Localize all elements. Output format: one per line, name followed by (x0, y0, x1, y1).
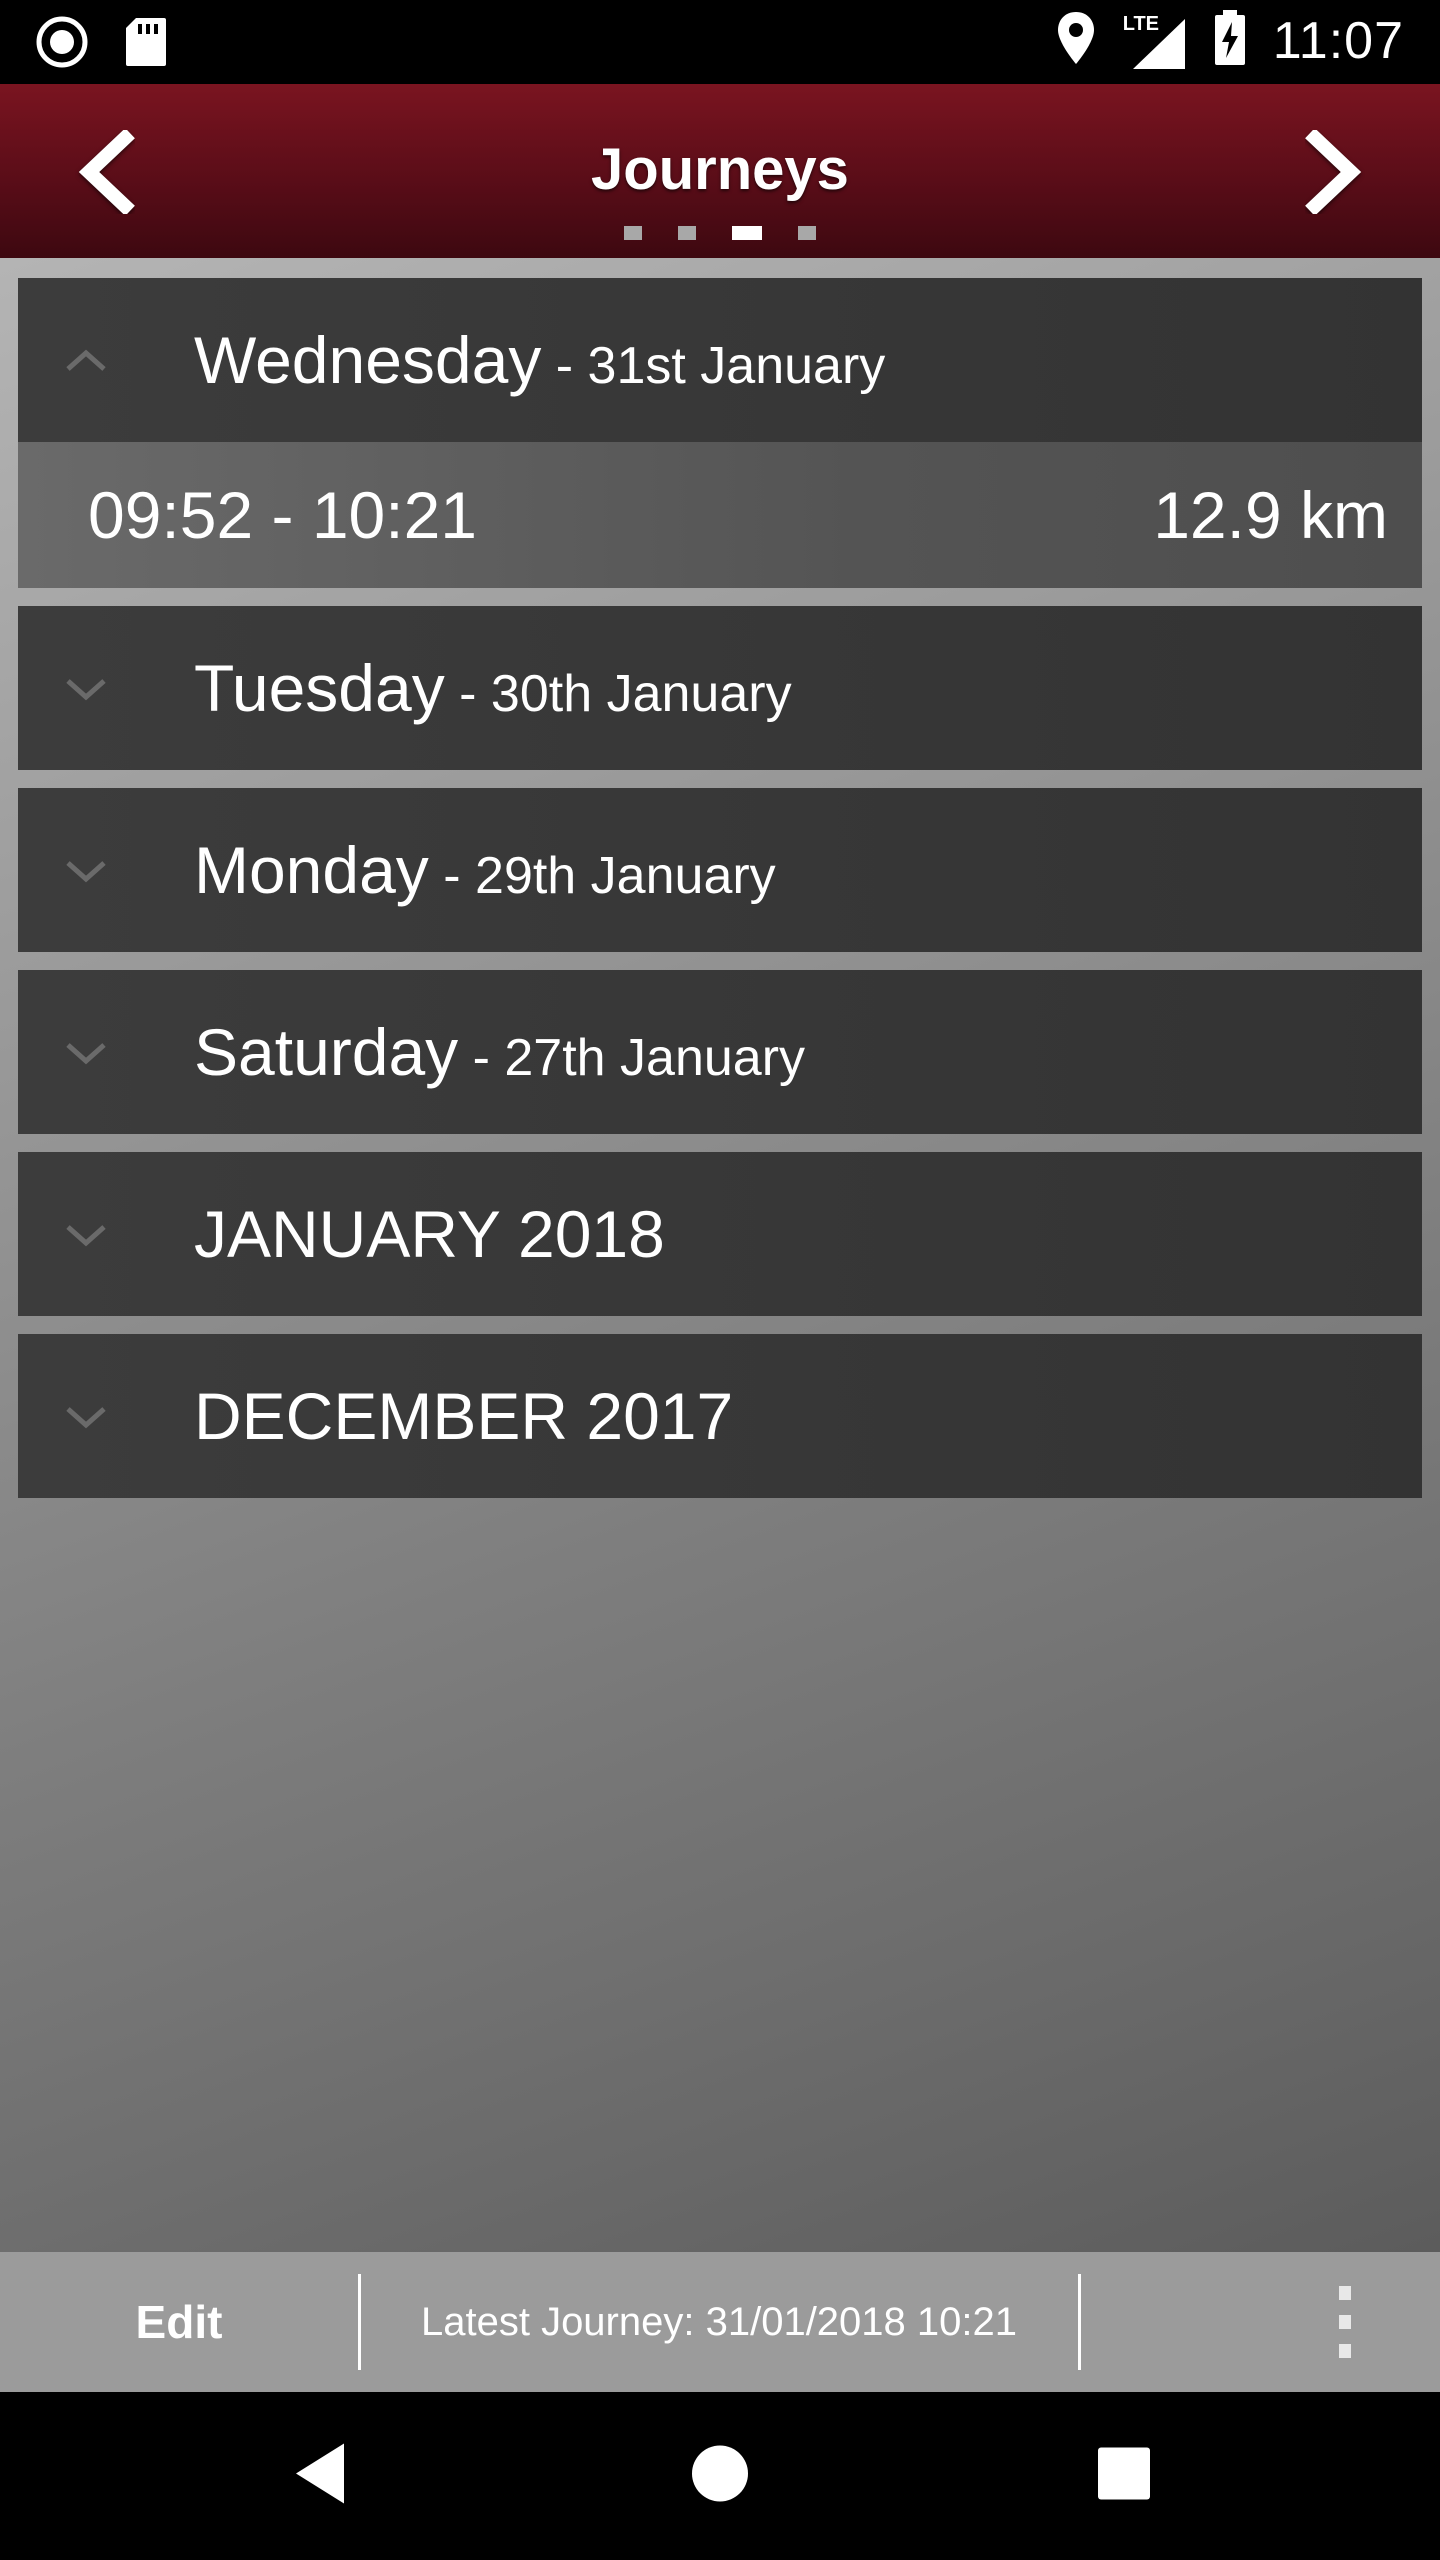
lte-signal-icon: LTE (1120, 11, 1187, 71)
status-time: 11:07 (1272, 11, 1404, 70)
overflow-menu-icon[interactable] (1320, 2286, 1370, 2358)
chevron-down-icon (62, 1401, 110, 1431)
chevron-right-icon (1305, 127, 1365, 219)
day-date: - 27th January (458, 1029, 806, 1087)
page-title: Journeys (591, 137, 849, 202)
sd-card-icon (124, 16, 168, 73)
journey-distance: 12.9 km (1153, 478, 1388, 552)
location-icon (1055, 10, 1097, 71)
section-header[interactable]: JANUARY 2018 (18, 1152, 1422, 1316)
toolbar-divider (1078, 2274, 1081, 2370)
section-header[interactable]: Tuesday - 30th January (18, 606, 1422, 770)
page-dot-active (732, 226, 762, 240)
day-name: Saturday (194, 1015, 459, 1089)
app-header: Journeys (0, 84, 1440, 260)
screen: LTE 11:07 Journeys Wednesday - 31st Janu… (0, 0, 1440, 2560)
day-date: - 29th January (428, 847, 776, 905)
section-header[interactable]: Wednesday - 31st January (18, 278, 1422, 442)
navigation-bar (0, 2392, 1440, 2560)
section-title: DECEMBER 2017 (194, 1378, 733, 1454)
page-dot (798, 226, 816, 240)
section-title: Wednesday - 31st January (194, 322, 885, 398)
journey-section: Monday - 29th January (18, 788, 1422, 952)
journey-section: Wednesday - 31st January 09:52 - 10:21 12.… (18, 278, 1422, 588)
section-title: Monday - 29th January (194, 832, 776, 908)
lte-label: LTE (1120, 12, 1162, 36)
page-dot (678, 226, 696, 240)
day-date: - 30th January (444, 665, 792, 723)
journey-section: Saturday - 27th January (18, 970, 1422, 1134)
battery-charging-icon (1213, 10, 1247, 71)
home-button[interactable] (690, 2444, 750, 2509)
back-button[interactable] (292, 2442, 348, 2511)
recents-button[interactable] (1096, 2446, 1152, 2507)
day-name: Monday (194, 833, 429, 907)
day-name: Tuesday (194, 651, 445, 725)
next-page-button[interactable] (1290, 124, 1380, 224)
journey-time: 09:52 - 10:21 (88, 478, 477, 552)
latest-journey-label: Latest Journey: 31/01/2018 10:21 (420, 2299, 1017, 2344)
section-header[interactable]: Saturday - 27th January (18, 970, 1422, 1134)
status-bar: LTE 11:07 (0, 0, 1440, 84)
journey-section: JANUARY 2018 (18, 1152, 1422, 1316)
section-title: Saturday - 27th January (194, 1014, 805, 1090)
chevron-down-icon (62, 673, 110, 703)
home-icon (690, 2444, 750, 2509)
chevron-down-icon (62, 855, 110, 885)
record-icon (36, 16, 88, 73)
recents-icon (1096, 2446, 1152, 2507)
day-name: Wednesday (194, 323, 542, 397)
bottom-toolbar: Edit Latest Journey: 31/01/2018 10:21 (0, 2252, 1440, 2392)
edit-button[interactable]: Edit (0, 2252, 358, 2392)
journey-row[interactable]: 09:52 - 10:21 12.9 km (18, 442, 1422, 588)
chevron-up-icon (62, 345, 110, 375)
journey-section: Tuesday - 30th January (18, 606, 1422, 770)
chevron-down-icon (62, 1037, 110, 1067)
section-title: JANUARY 2018 (194, 1196, 665, 1272)
day-date: - 31st January (541, 337, 886, 395)
content-area: Wednesday - 31st January 09:52 - 10:21 12.… (0, 258, 1440, 2252)
journey-list: Wednesday - 31st January 09:52 - 10:21 12.… (18, 278, 1422, 1516)
section-header[interactable]: Monday - 29th January (18, 788, 1422, 952)
chevron-down-icon (62, 1219, 110, 1249)
journey-section: DECEMBER 2017 (18, 1334, 1422, 1498)
section-header[interactable]: DECEMBER 2017 (18, 1334, 1422, 1498)
back-icon (292, 2442, 348, 2511)
month-title: DECEMBER 2017 (194, 1379, 734, 1453)
section-title: Tuesday - 30th January (194, 650, 792, 726)
page-dot (624, 226, 642, 240)
month-title: JANUARY 2018 (194, 1197, 665, 1271)
page-indicator (0, 226, 1440, 240)
toolbar-divider (358, 2274, 361, 2370)
